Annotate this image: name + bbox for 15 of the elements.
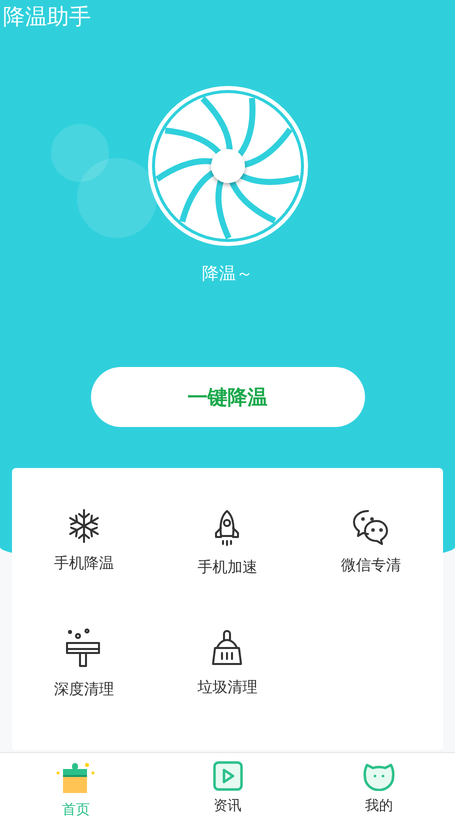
feature-label[interactable]: 深度清理	[54, 680, 114, 699]
feature-label[interactable]: 手机加速	[197, 558, 258, 577]
feature-label[interactable]: 手机降温	[54, 554, 114, 573]
tab[interactable]: 我的	[303, 753, 455, 825]
tab-label: 我的	[365, 797, 394, 815]
app-title: 降温助手	[2, 4, 91, 32]
feature-label[interactable]: 微信专清	[341, 556, 402, 575]
play-icon	[212, 761, 242, 791]
tab-label: 资讯	[214, 797, 242, 815]
tab-label: 首页	[62, 801, 90, 819]
brush-icon	[54, 761, 97, 795]
feature-label[interactable]: 垃圾清理	[197, 678, 258, 697]
fan-caption: 降温～	[202, 263, 253, 285]
tab[interactable]: 资讯	[152, 753, 304, 825]
cat-face-icon	[363, 761, 396, 791]
